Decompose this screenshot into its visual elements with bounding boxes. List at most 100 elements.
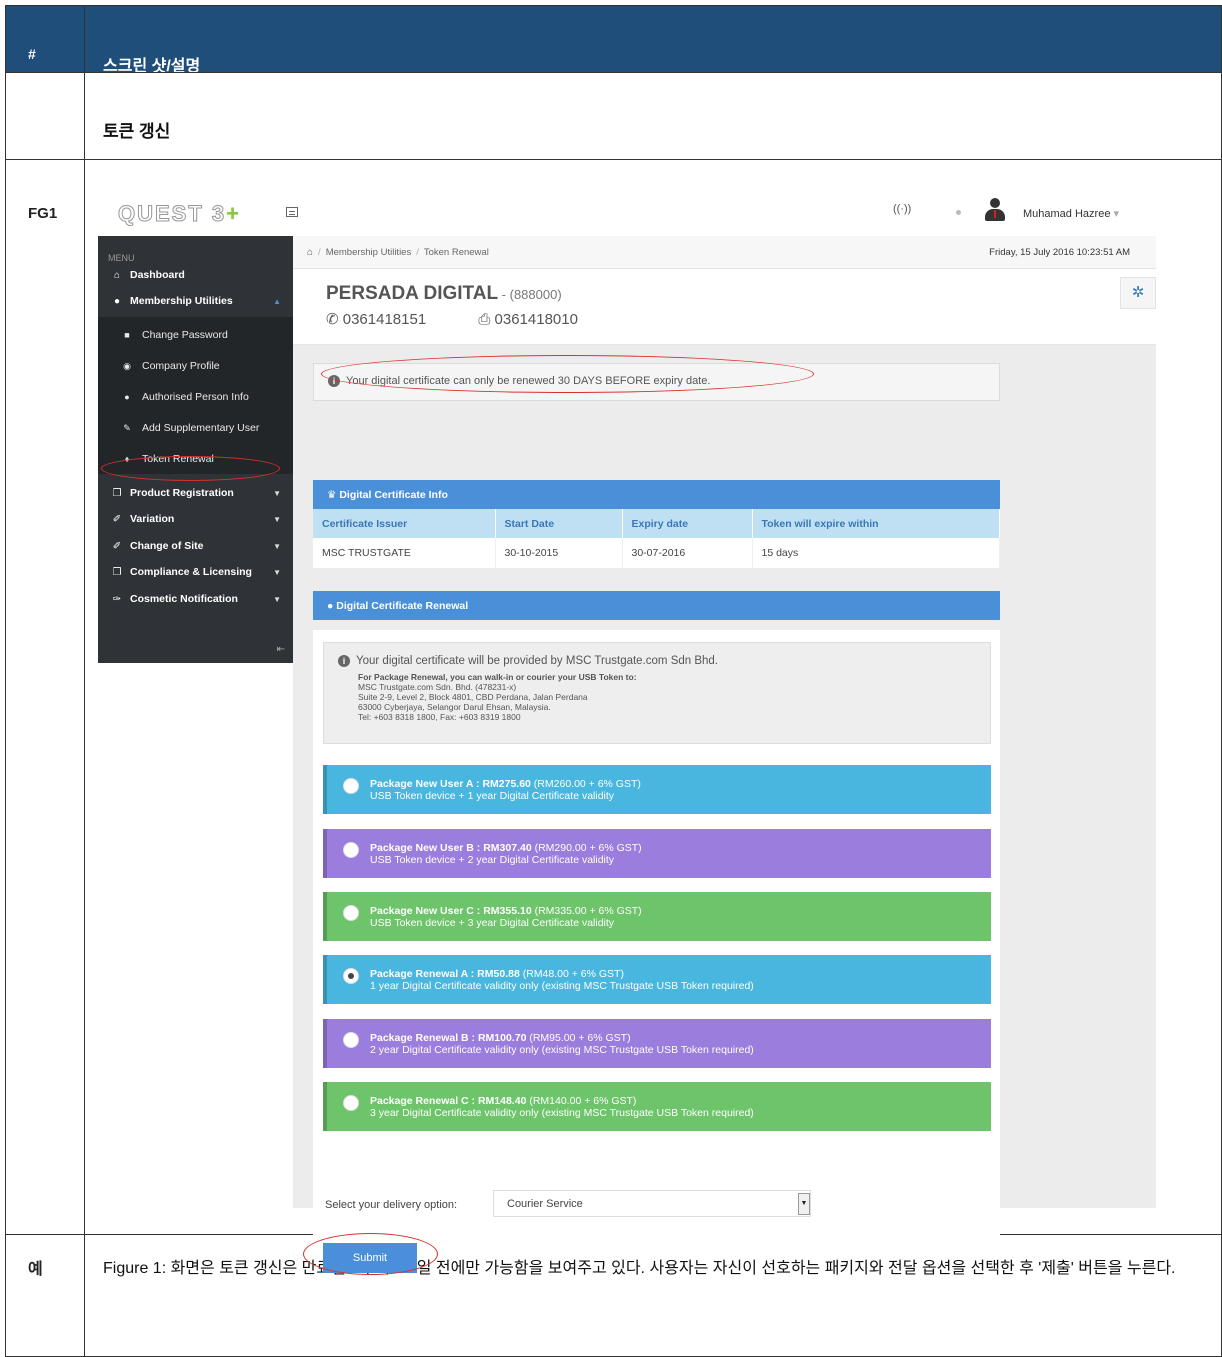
figure-label: FG1: [28, 205, 58, 222]
logo-text: QUEST 3: [117, 201, 227, 227]
avatar[interactable]: [985, 198, 1005, 222]
gear-icon[interactable]: ✲: [1120, 277, 1156, 309]
status-dot-icon: [956, 210, 961, 215]
chevron-up-icon: ▲: [273, 296, 281, 306]
submit-button[interactable]: Submit: [323, 1243, 417, 1273]
table-cell: 30-07-2016: [622, 538, 753, 568]
package-radio-selected[interactable]: [343, 968, 359, 984]
edit-icon: ✐: [112, 540, 122, 552]
main-content: ⌂ / Membership Utilities / Token Renewal Fri…: [293, 236, 1156, 1275]
sidebar-item-label: Variation: [130, 513, 175, 525]
chevron-down-icon: ▼: [273, 514, 281, 524]
address-line: Tel: +603 8318 1800, Fax: +603 8319 1800: [358, 712, 521, 722]
alert-text: Your digital certificate can only be ren…: [346, 375, 711, 387]
package-name: Package New User A : RM275.60: [370, 778, 531, 790]
package-desc: 1 year Digital Certificate validity only…: [370, 980, 754, 992]
package-new-user-c[interactable]: Package New User C : RM355.10 (RM335.00 …: [323, 892, 991, 941]
chevron-down-icon: ▼: [273, 594, 281, 604]
sidebar-item-change-password[interactable]: ■ Change Password: [98, 320, 293, 350]
info-icon: i: [328, 375, 340, 387]
address-line: Suite 2-9, Level 2, Block 4801, CBD Perd…: [358, 692, 588, 702]
app-logo[interactable]: QUEST 3+: [117, 201, 241, 227]
token-icon: ♦: [124, 454, 130, 464]
sidebar-item-token-renewal[interactable]: ♦ Token Renewal: [98, 444, 293, 474]
sidebar-item-compliance[interactable]: ❐ Compliance & Licensing ▼: [98, 559, 293, 585]
package-price: (RM95.00 + 6% GST): [526, 1032, 631, 1044]
package-renewal-c[interactable]: Package Renewal C : RM148.40 (RM140.00 +…: [323, 1082, 991, 1131]
sidebar-item-label: Add Supplementary User: [142, 422, 260, 434]
home-icon[interactable]: ⌂: [307, 247, 313, 258]
provider-address: For Package Renewal, you can walk-in or …: [358, 672, 990, 722]
package-name: Package Renewal A : RM50.88: [370, 968, 520, 980]
package-price: (RM48.00 + 6% GST): [519, 968, 624, 980]
fullscreen-icon[interactable]: [286, 207, 298, 217]
sidebar-item-dashboard[interactable]: ⌂ Dashboard: [98, 262, 293, 288]
column-header: Certificate Issuer: [313, 509, 496, 538]
sidebar-item-label: Company Profile: [142, 360, 220, 372]
package-radio[interactable]: [343, 905, 359, 921]
figure-description: Figure 1: 화면은 토큰 갱신은 만료일로부터 30 일 전에만 가능함…: [103, 1260, 1176, 1277]
user-menu[interactable]: Muhamad Hazree ▾: [1023, 207, 1119, 220]
address-heading: For Package Renewal, you can walk-in or …: [358, 672, 637, 682]
sidebar-item-company-profile[interactable]: ◉ Company Profile: [98, 351, 293, 381]
sidebar-item-change-of-site[interactable]: ✐ Change of Site ▼: [98, 533, 293, 559]
header-number: #: [28, 46, 36, 62]
sidebar-item-label: Authorised Person Info: [142, 391, 249, 403]
user-icon: ●: [124, 392, 130, 402]
table-cell: 30-10-2015: [495, 538, 623, 568]
eye-icon: ◉: [123, 360, 131, 371]
current-datetime: Friday, 15 July 2016 10:23:51 AM: [989, 247, 1130, 258]
info-main-text: Your digital certificate will be provide…: [356, 655, 719, 667]
sidebar-item-membership[interactable]: ● Membership Utilities ▲: [98, 288, 293, 314]
row-divider: [6, 159, 1221, 160]
sidebar-item-variation[interactable]: ✐ Variation ▼: [98, 506, 293, 532]
package-renewal-a[interactable]: Package Renewal A : RM50.88 (RM48.00 + 6…: [323, 955, 991, 1004]
section-title: 토큰 갱신: [103, 122, 171, 141]
column-header: Start Date: [495, 509, 623, 538]
package-new-user-a[interactable]: Package New User A : RM275.60 (RM260.00 …: [323, 765, 991, 814]
company-header: PERSADA DIGITAL - (888000) ✆ 0361418151 …: [293, 269, 1156, 345]
sidebar-item-label: Token Renewal: [142, 453, 214, 465]
breadcrumb-item: Token Renewal: [423, 247, 489, 258]
logo-plus: +: [226, 201, 241, 226]
package-new-user-b[interactable]: Package New User B : RM307.40 (RM290.00 …: [323, 829, 991, 878]
table-cell: MSC TRUSTGATE: [313, 538, 496, 568]
home-icon: ⌂: [113, 269, 121, 281]
package-renewal-b[interactable]: Package Renewal B : RM100.70 (RM95.00 + …: [323, 1019, 991, 1068]
sidebar: MENU ⌂ Dashboard ● Membership Utilities ▲ ■…: [98, 236, 293, 663]
table-header-row: # 스크린 샷/설명: [6, 6, 1221, 75]
cert-info-header: ♛ Digital Certificate Info: [313, 480, 1000, 509]
breadcrumb-item[interactable]: Membership Utilities: [326, 247, 412, 258]
sidebar-item-add-supplementary[interactable]: ✎ Add Supplementary User: [98, 413, 293, 443]
column-header: Expiry date: [622, 509, 753, 538]
delivery-label: Select your delivery option:: [325, 1199, 458, 1211]
package-radio[interactable]: [343, 1095, 359, 1111]
row-divider: [6, 72, 1221, 73]
package-name: Package Renewal B : RM100.70: [370, 1032, 527, 1044]
sidebar-item-cosmetic[interactable]: ✑ Cosmetic Notification ▼: [98, 586, 293, 612]
package-radio[interactable]: [343, 778, 359, 794]
address-line: 63000 Cyberjaya, Selangor Darul Ehsan, M…: [358, 702, 551, 712]
provider-info: i Your digital certificate will be provid…: [323, 642, 991, 744]
table-cell: 15 days: [752, 538, 1000, 568]
brush-icon: ✑: [112, 593, 122, 605]
submenu: ■ Change Password ◉ Company Profile ● Autho…: [98, 317, 293, 474]
sidebar-item-label: Change of Site: [130, 540, 204, 552]
package-name: Package Renewal C : RM148.40: [370, 1095, 527, 1107]
package-radio[interactable]: [343, 842, 359, 858]
phone-contact: ✆ 0361418151: [326, 311, 427, 328]
sidebar-item-product-registration[interactable]: ❐ Product Registration ▼: [98, 480, 293, 506]
column-divider: [84, 6, 85, 1356]
package-name: Package New User B : RM307.40: [370, 842, 532, 854]
collapse-sidebar-icon[interactable]: ⇤: [277, 644, 285, 655]
signal-icon[interactable]: ((·)): [893, 203, 911, 215]
delivery-select[interactable]: Courier Service ▼: [493, 1190, 811, 1217]
company-contacts: ✆ 0361418151 ⎙ 0361418010: [326, 310, 626, 328]
chevron-down-icon[interactable]: ▼: [798, 1193, 810, 1215]
package-radio[interactable]: [343, 1032, 359, 1048]
award-icon: ♛: [327, 489, 340, 501]
pencil-icon: ✎: [123, 422, 131, 433]
copy-icon: ❐: [112, 566, 122, 578]
sidebar-item-authorised-person[interactable]: ● Authorised Person Info: [98, 382, 293, 412]
package-price: (RM260.00 + 6% GST): [530, 778, 641, 790]
